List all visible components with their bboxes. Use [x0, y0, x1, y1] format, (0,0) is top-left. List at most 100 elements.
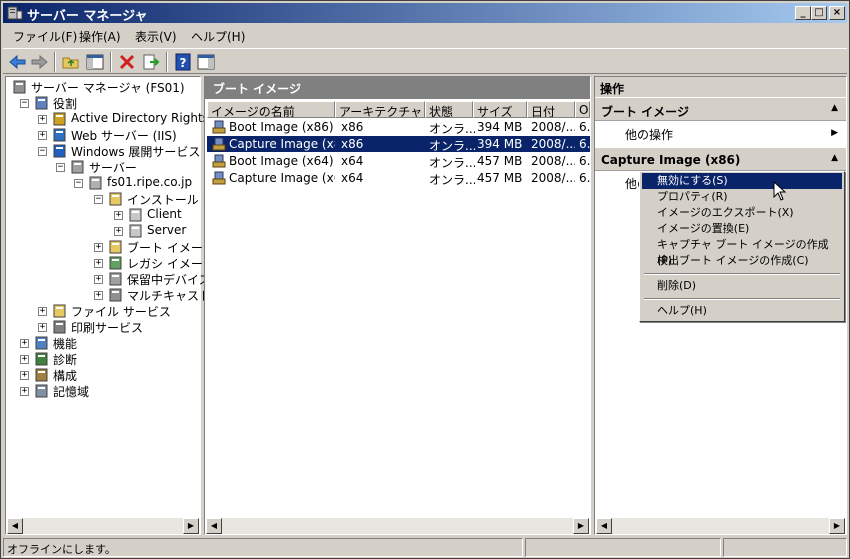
menu-item-help[interactable]: ヘルプ(H)	[642, 303, 842, 319]
expand-icon[interactable]: +	[20, 371, 29, 380]
expand-icon[interactable]: +	[38, 307, 47, 316]
back-icon[interactable]	[8, 52, 28, 72]
tree-node[interactable]: − fs01.ripe.co.jp	[6, 175, 200, 191]
forward-icon[interactable]	[29, 52, 49, 72]
collapse-icon[interactable]: −	[56, 163, 65, 172]
table-cell: x86	[341, 120, 364, 134]
tree-node[interactable]: + Web サーバー (IIS)	[6, 127, 200, 143]
delete-icon[interactable]	[117, 52, 137, 72]
scroll-left-button[interactable]: ◀	[206, 518, 222, 534]
collapse-icon[interactable]: −	[20, 99, 29, 108]
table-cell: 2008/...	[531, 154, 575, 168]
table-row[interactable]: Boot Image (x64) x64 オンラ... 457 MB 2008/... 6…	[207, 153, 590, 170]
scroll-right-button[interactable]: ▶	[573, 518, 589, 534]
column-header-os[interactable]: O	[575, 101, 590, 118]
actions-section-capture-image[interactable]: Capture Image (x86) ▲	[595, 147, 846, 171]
tree-node[interactable]: − 役割	[6, 95, 200, 111]
collapse-icon[interactable]: ▲	[831, 103, 838, 113]
collapse-icon[interactable]: −	[38, 147, 47, 156]
minimize-button[interactable]: _	[795, 6, 811, 20]
table-cell: オンラ...	[429, 139, 475, 153]
expand-icon[interactable]: +	[20, 355, 29, 364]
tree-node[interactable]: + Active Directory Rights M	[6, 111, 223, 127]
close-button[interactable]: ×	[829, 6, 845, 20]
horizontal-scrollbar[interactable]: ◀ ▶	[206, 518, 589, 534]
collapse-icon[interactable]: −	[94, 195, 103, 204]
tree-node[interactable]: − インストール イメ	[6, 191, 227, 207]
expand-icon[interactable]: +	[94, 291, 103, 300]
horizontal-scrollbar[interactable]: ◀ ▶	[7, 518, 199, 534]
collapse-icon[interactable]: −	[74, 179, 83, 188]
menu-view[interactable]: 表示(V)	[135, 28, 177, 45]
menu-help[interactable]: ヘルプ(H)	[191, 28, 245, 45]
expand-icon[interactable]: +	[38, 115, 47, 124]
tree-node[interactable]: + ファイル サービス	[6, 303, 200, 319]
up-folder-icon[interactable]	[61, 52, 81, 72]
column-header-name[interactable]: イメージの名前	[207, 101, 335, 118]
menu-item-create-capture-image[interactable]: キャプチャ ブート イメージの作成(P)	[642, 237, 842, 267]
menu-item-disable[interactable]: 無効にする(S)	[642, 173, 842, 189]
column-headers: イメージの名前 アーキテクチャ 状態 サイズ 日付 O	[207, 101, 590, 118]
expand-icon[interactable]: +	[114, 211, 123, 220]
menu-item-export-image[interactable]: イメージのエクスポート(X)	[642, 205, 842, 221]
menu-item-replace-image[interactable]: イメージの置換(E)	[642, 221, 842, 237]
menu-item-create-discover-image[interactable]: 検出ブート イメージの作成(C)	[642, 253, 842, 269]
tree-node[interactable]: − Windows 展開サービス	[6, 143, 200, 159]
menu-item-delete[interactable]: 削除(D)	[642, 278, 842, 294]
actions-section-boot-image[interactable]: ブート イメージ ▲	[595, 97, 846, 121]
column-header-size[interactable]: サイズ	[473, 101, 527, 118]
storage-icon	[35, 384, 48, 398]
server-manager-window: サーバー マネージャ _ □ × ファイル(F) 操作(A) 表示(V) ヘルプ…	[0, 0, 850, 559]
scroll-right-button[interactable]: ▶	[829, 518, 845, 534]
scroll-right-button[interactable]: ▶	[183, 518, 199, 534]
horizontal-scrollbar[interactable]: ◀ ▶	[596, 518, 845, 534]
show-hide-tree-icon[interactable]	[85, 52, 105, 72]
column-header-date[interactable]: 日付	[527, 101, 575, 118]
expand-icon[interactable]: +	[20, 339, 29, 348]
help-icon[interactable]: ?	[173, 52, 193, 72]
column-header-status[interactable]: 状態	[425, 101, 473, 118]
toolbar-separator	[54, 52, 56, 72]
folder-icon	[109, 192, 122, 206]
expand-icon[interactable]: +	[94, 243, 103, 252]
tree-node[interactable]: サーバー マネージャ (FS01)	[6, 79, 200, 95]
tree-node[interactable]: + レガシ イメージ	[6, 255, 215, 271]
table-cell: Capture Image (x86)	[229, 137, 335, 151]
tree-node[interactable]: + マルチキャスト転	[6, 287, 223, 303]
expand-icon[interactable]: +	[20, 387, 29, 396]
tree-node[interactable]: + 診断	[6, 351, 200, 367]
tree-node[interactable]: + 機能	[6, 335, 200, 351]
expand-icon[interactable]: +	[38, 323, 47, 332]
menu-action[interactable]: 操作(A)	[79, 28, 121, 45]
tree-node[interactable]: + ブート イメージ	[6, 239, 215, 255]
menu-file[interactable]: ファイル(F)	[13, 28, 77, 45]
tree-node[interactable]: − サーバー	[6, 159, 200, 175]
column-header-architecture[interactable]: アーキテクチャ	[335, 101, 425, 118]
tree-node[interactable]: + 構成	[6, 367, 200, 383]
tree-node[interactable]: + 印刷サービス	[6, 319, 200, 335]
table-row[interactable]: Capture Image (x86) x86 オンラ...394 MB 2008/.…	[207, 136, 590, 153]
export-icon[interactable]	[141, 52, 161, 72]
scroll-left-button[interactable]: ◀	[596, 518, 612, 534]
expand-icon[interactable]: +	[114, 227, 123, 236]
toolbar-separator	[166, 52, 168, 72]
tree-node[interactable]: + 保留中デバイス	[6, 271, 211, 287]
server-manager-icon	[13, 80, 26, 94]
table-row[interactable]: Boot Image (x86) x86 オンラ... 394 MB 2008/... 6…	[207, 119, 590, 136]
tree-node[interactable]: + 記憶域	[6, 383, 200, 399]
expand-icon[interactable]: +	[38, 131, 47, 140]
table-row[interactable]: Capture Image (x64) x64 オンラ...457 MB 2008/.…	[207, 170, 590, 187]
expand-icon[interactable]: +	[94, 259, 103, 268]
tree-node-label: Server	[147, 223, 187, 237]
tree-node[interactable]: + Server	[6, 223, 200, 239]
maximize-button[interactable]: □	[811, 6, 827, 20]
scroll-left-button[interactable]: ◀	[7, 518, 23, 534]
action-more-actions[interactable]: 他の操作	[625, 126, 673, 143]
expand-icon[interactable]: +	[94, 275, 103, 284]
properties-icon[interactable]	[196, 52, 216, 72]
collapse-icon[interactable]: ▲	[831, 153, 838, 163]
menu-item-properties[interactable]: プロパティ(R)	[642, 189, 842, 205]
tree-node[interactable]: + Client	[6, 207, 200, 223]
image-group-icon	[129, 208, 142, 222]
legacy-image-icon	[109, 256, 122, 270]
